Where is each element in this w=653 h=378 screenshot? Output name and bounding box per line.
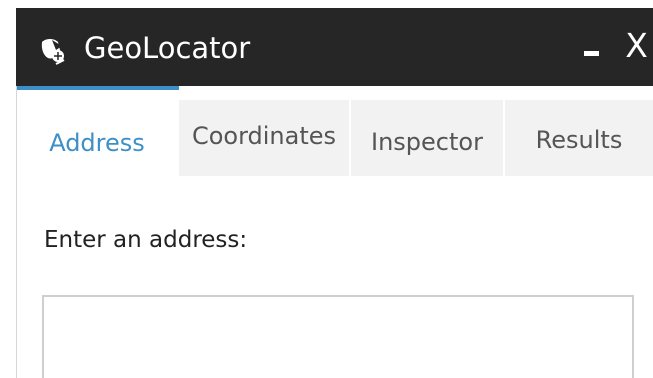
tab-inspector-label: Inspector bbox=[371, 128, 483, 156]
minimize-icon bbox=[584, 51, 599, 56]
minimize-button[interactable] bbox=[579, 30, 609, 70]
tab-coordinates[interactable]: Coordinates bbox=[179, 100, 349, 176]
tab-address-label: Address bbox=[49, 129, 145, 157]
title-bar[interactable]: GeoLocator X bbox=[16, 8, 653, 86]
tab-results[interactable]: Results bbox=[505, 100, 653, 176]
tab-results-label: Results bbox=[535, 126, 623, 154]
app-title: GeoLocator bbox=[84, 31, 251, 65]
active-tab-indicator bbox=[17, 86, 179, 90]
tab-address[interactable]: Address bbox=[17, 86, 179, 182]
address-prompt-label: Enter an address: bbox=[44, 227, 248, 253]
tab-inspector[interactable]: Inspector bbox=[351, 100, 503, 176]
geolocator-app-icon bbox=[41, 39, 65, 65]
tab-coordinates-label: Coordinates bbox=[191, 122, 337, 150]
top-strip bbox=[0, 0, 653, 8]
address-input[interactable] bbox=[42, 295, 634, 378]
close-button[interactable]: X bbox=[620, 24, 653, 68]
geolocator-window: GeoLocator X Address Coordinates Inspect… bbox=[0, 0, 653, 378]
tab-strip: Address Coordinates Inspector Results bbox=[17, 86, 653, 182]
